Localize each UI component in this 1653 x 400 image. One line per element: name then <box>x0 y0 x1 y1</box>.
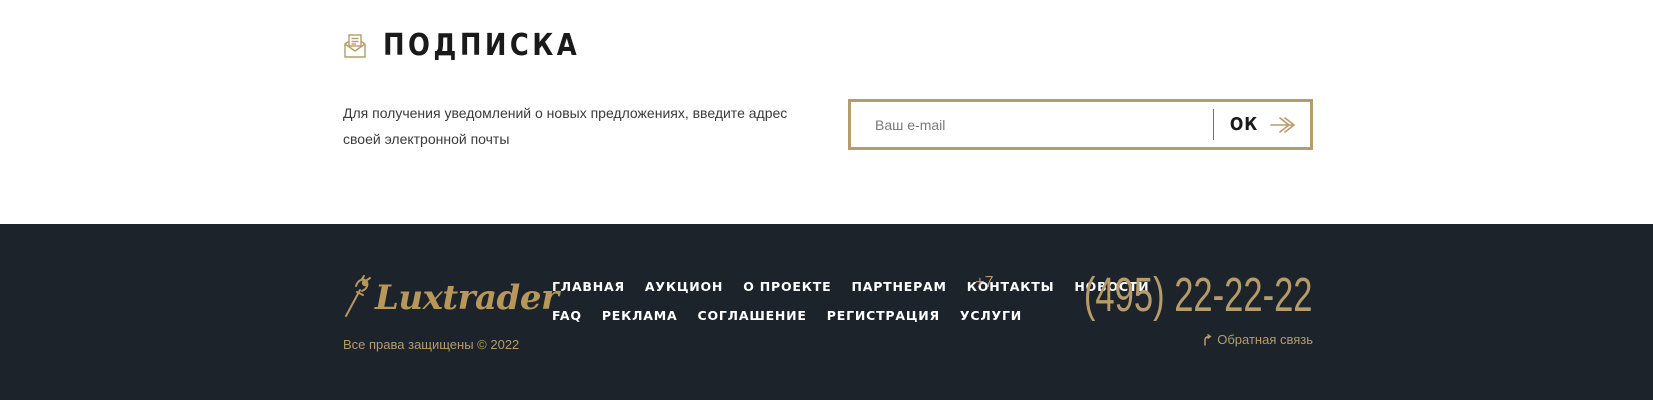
subscription-heading: ПОДПИСКА <box>343 28 612 63</box>
submit-label: ОК <box>1229 114 1259 135</box>
nav-link-faq[interactable]: FAQ <box>552 308 582 323</box>
nav-link-about[interactable]: О ПРОЕКТЕ <box>743 279 831 294</box>
nav-link-registration[interactable]: РЕГИСТРАЦИЯ <box>827 308 940 323</box>
logo-link[interactable]: Luxtrader <box>343 274 559 318</box>
copyright: Все права защищены © 2022 <box>343 337 520 352</box>
feedback-label: Обратная связь <box>1217 332 1313 347</box>
nav-link-partners[interactable]: ПАРТНЕРАМ <box>851 279 946 294</box>
callback-arrow-icon <box>1204 333 1212 346</box>
email-input[interactable] <box>851 102 1213 147</box>
envelope-letter-icon <box>344 33 366 58</box>
site-footer: Luxtrader Все права защищены © 2022 ГЛАВ… <box>0 224 1653 400</box>
nav-link-agreement[interactable]: СОГЛАШЕНИЕ <box>698 308 807 323</box>
subscription-description: Для получения уведомлений о новых предло… <box>343 105 788 147</box>
submit-button[interactable]: ОК <box>1214 102 1310 147</box>
subscription-form: ОК <box>848 99 1313 150</box>
arrow-right-icon <box>1270 116 1295 133</box>
phone-number: (495) 22-22-22 <box>1084 269 1313 322</box>
feedback-link[interactable]: Обратная связь <box>1202 332 1313 347</box>
subscription-title: ПОДПИСКА <box>383 28 581 63</box>
nav-link-advertising[interactable]: РЕКЛАМА <box>602 308 678 323</box>
gavel-logo-icon <box>345 275 371 317</box>
subscription-section: ПОДПИСКА Для получения уведомлений о нов… <box>0 0 1653 224</box>
nav-link-home[interactable]: ГЛАВНАЯ <box>552 279 625 294</box>
phone-prefix: +7 <box>975 274 994 291</box>
logo-text: Luxtrader <box>375 278 559 318</box>
phone-link[interactable]: +7 (495) 22-22-22 <box>975 270 1313 322</box>
nav-link-auction[interactable]: АУКЦИОН <box>645 279 723 294</box>
